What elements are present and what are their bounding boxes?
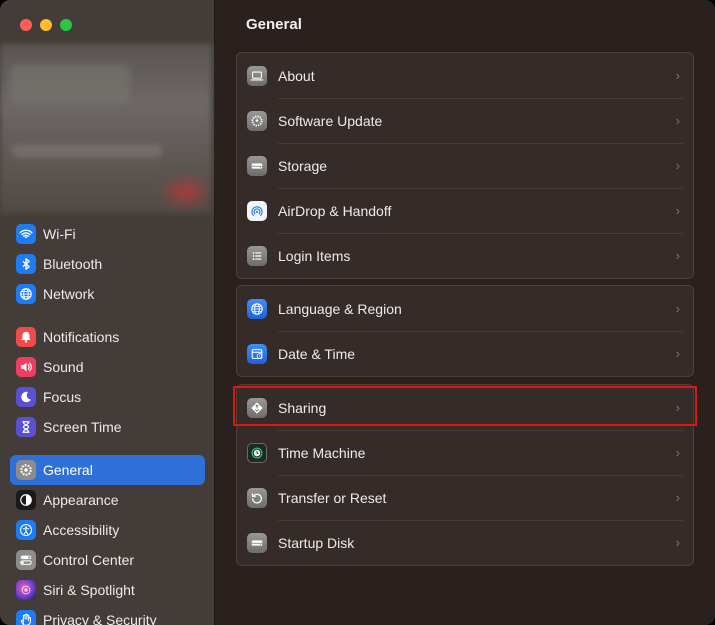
globe-icon [247, 298, 267, 319]
sidebar-item-siri-spotlight[interactable]: Siri & Spotlight [10, 575, 205, 605]
sharing-icon [247, 397, 267, 418]
chevron-right-icon: › [675, 203, 680, 218]
bell-icon [16, 327, 36, 347]
software-update-icon [247, 110, 267, 131]
row-label: Transfer or Reset [278, 489, 387, 506]
row-label: Login Items [278, 247, 351, 264]
hourglass-icon [16, 417, 36, 437]
globe-icon [16, 284, 36, 304]
sidebar-item-label: Notifications [43, 329, 120, 345]
sidebar-item-label: Bluetooth [43, 256, 103, 272]
row-label: AirDrop & Handoff [278, 202, 392, 219]
settings-group-system-info: About › Software Update › Storage › AirD… [236, 52, 694, 279]
chevron-right-icon: › [675, 346, 680, 361]
sidebar-item-bluetooth[interactable]: Bluetooth [10, 249, 205, 279]
sidebar-item-privacy-security[interactable]: Privacy & Security [10, 605, 205, 625]
chevron-right-icon: › [675, 301, 680, 316]
settings-group-locale: Language & Region › Date & Time › [236, 285, 694, 377]
accessibility-icon [16, 520, 36, 540]
login-items-icon [247, 245, 267, 266]
chevron-right-icon: › [675, 490, 680, 505]
close-window-button[interactable] [20, 19, 32, 31]
row-date-time[interactable]: Date & Time › [237, 331, 693, 376]
row-label: Software Update [278, 112, 383, 129]
sidebar-item-label: Screen Time [43, 419, 122, 435]
row-label: Sharing [278, 399, 327, 416]
chevron-right-icon: › [675, 248, 680, 263]
sidebar-item-wifi[interactable]: Wi-Fi [10, 219, 205, 249]
row-sharing[interactable]: Sharing › [237, 385, 693, 430]
row-transfer-reset[interactable]: Transfer or Reset › [237, 475, 693, 520]
sidebar-group-network: Wi-Fi Bluetooth Network [10, 219, 205, 309]
chevron-right-icon: › [675, 535, 680, 550]
sidebar-group-notifications: Notifications Sound Focus Screen Time [10, 322, 205, 442]
row-login-items[interactable]: Login Items › [237, 233, 693, 278]
sidebar-item-label: Siri & Spotlight [43, 582, 135, 598]
minimize-window-button[interactable] [40, 19, 52, 31]
row-label: Time Machine [278, 444, 366, 461]
row-label: Date & Time [278, 345, 356, 362]
appearance-icon [16, 490, 36, 510]
chevron-right-icon: › [675, 113, 680, 128]
chevron-right-icon: › [675, 445, 680, 460]
startup-disk-icon [247, 532, 267, 553]
sidebar-item-sound[interactable]: Sound [10, 352, 205, 382]
row-about[interactable]: About › [237, 53, 693, 98]
row-label: Language & Region [278, 300, 402, 317]
laptop-icon [247, 65, 267, 86]
sidebar-group-general: General Appearance Accessibility Control… [10, 455, 205, 625]
storage-icon [247, 155, 267, 176]
wifi-icon [16, 224, 36, 244]
chevron-right-icon: › [675, 68, 680, 83]
control-center-icon [16, 550, 36, 570]
sidebar-item-focus[interactable]: Focus [10, 382, 205, 412]
hand-icon [16, 610, 36, 625]
row-software-update[interactable]: Software Update › [237, 98, 693, 143]
moon-icon [16, 387, 36, 407]
gear-icon [16, 460, 36, 480]
sidebar: Wi-Fi Bluetooth Network Notifications So… [0, 0, 215, 625]
row-airdrop-handoff[interactable]: AirDrop & Handoff › [237, 188, 693, 233]
sidebar-item-label: Network [43, 286, 95, 302]
row-language-region[interactable]: Language & Region › [237, 286, 693, 331]
sidebar-item-network[interactable]: Network [10, 279, 205, 309]
sidebar-item-label: Control Center [43, 552, 135, 568]
sidebar-item-label: Sound [43, 359, 84, 375]
reset-icon [247, 487, 267, 508]
bluetooth-icon [16, 254, 36, 274]
chevron-right-icon: › [675, 400, 680, 415]
sidebar-item-general[interactable]: General [10, 455, 205, 485]
row-storage[interactable]: Storage › [237, 143, 693, 188]
row-startup-disk[interactable]: Startup Disk › [237, 520, 693, 565]
sidebar-item-notifications[interactable]: Notifications [10, 322, 205, 352]
apple-account-card-blurred[interactable] [0, 44, 212, 214]
time-machine-icon [247, 442, 267, 463]
row-time-machine[interactable]: Time Machine › [237, 430, 693, 475]
sidebar-item-label: Wi-Fi [43, 226, 76, 242]
sidebar-item-label: Appearance [43, 492, 119, 508]
sidebar-item-appearance[interactable]: Appearance [10, 485, 205, 515]
sidebar-item-label: Privacy & Security [43, 612, 157, 625]
airdrop-icon [247, 200, 267, 221]
sidebar-item-label: General [43, 462, 93, 478]
settings-group-sharing-backup: Sharing › Time Machine › Transfer or Res… [236, 384, 694, 566]
row-label: About [278, 67, 315, 84]
sidebar-item-label: Accessibility [43, 522, 120, 538]
page-title: General [246, 16, 302, 33]
sidebar-item-label: Focus [43, 389, 82, 405]
sidebar-item-accessibility[interactable]: Accessibility [10, 515, 205, 545]
chevron-right-icon: › [675, 158, 680, 173]
row-label: Startup Disk [278, 534, 355, 551]
sidebar-item-control-center[interactable]: Control Center [10, 545, 205, 575]
row-label: Storage [278, 157, 328, 174]
siri-icon [16, 580, 36, 600]
sidebar-item-screen-time[interactable]: Screen Time [10, 412, 205, 442]
window-controls [20, 19, 72, 31]
calendar-icon [247, 343, 267, 364]
main-pane: General About › Software Update › Storag… [215, 0, 715, 625]
system-settings-window: Wi-Fi Bluetooth Network Notifications So… [0, 0, 715, 625]
zoom-window-button[interactable] [60, 19, 72, 31]
speaker-icon [16, 357, 36, 377]
